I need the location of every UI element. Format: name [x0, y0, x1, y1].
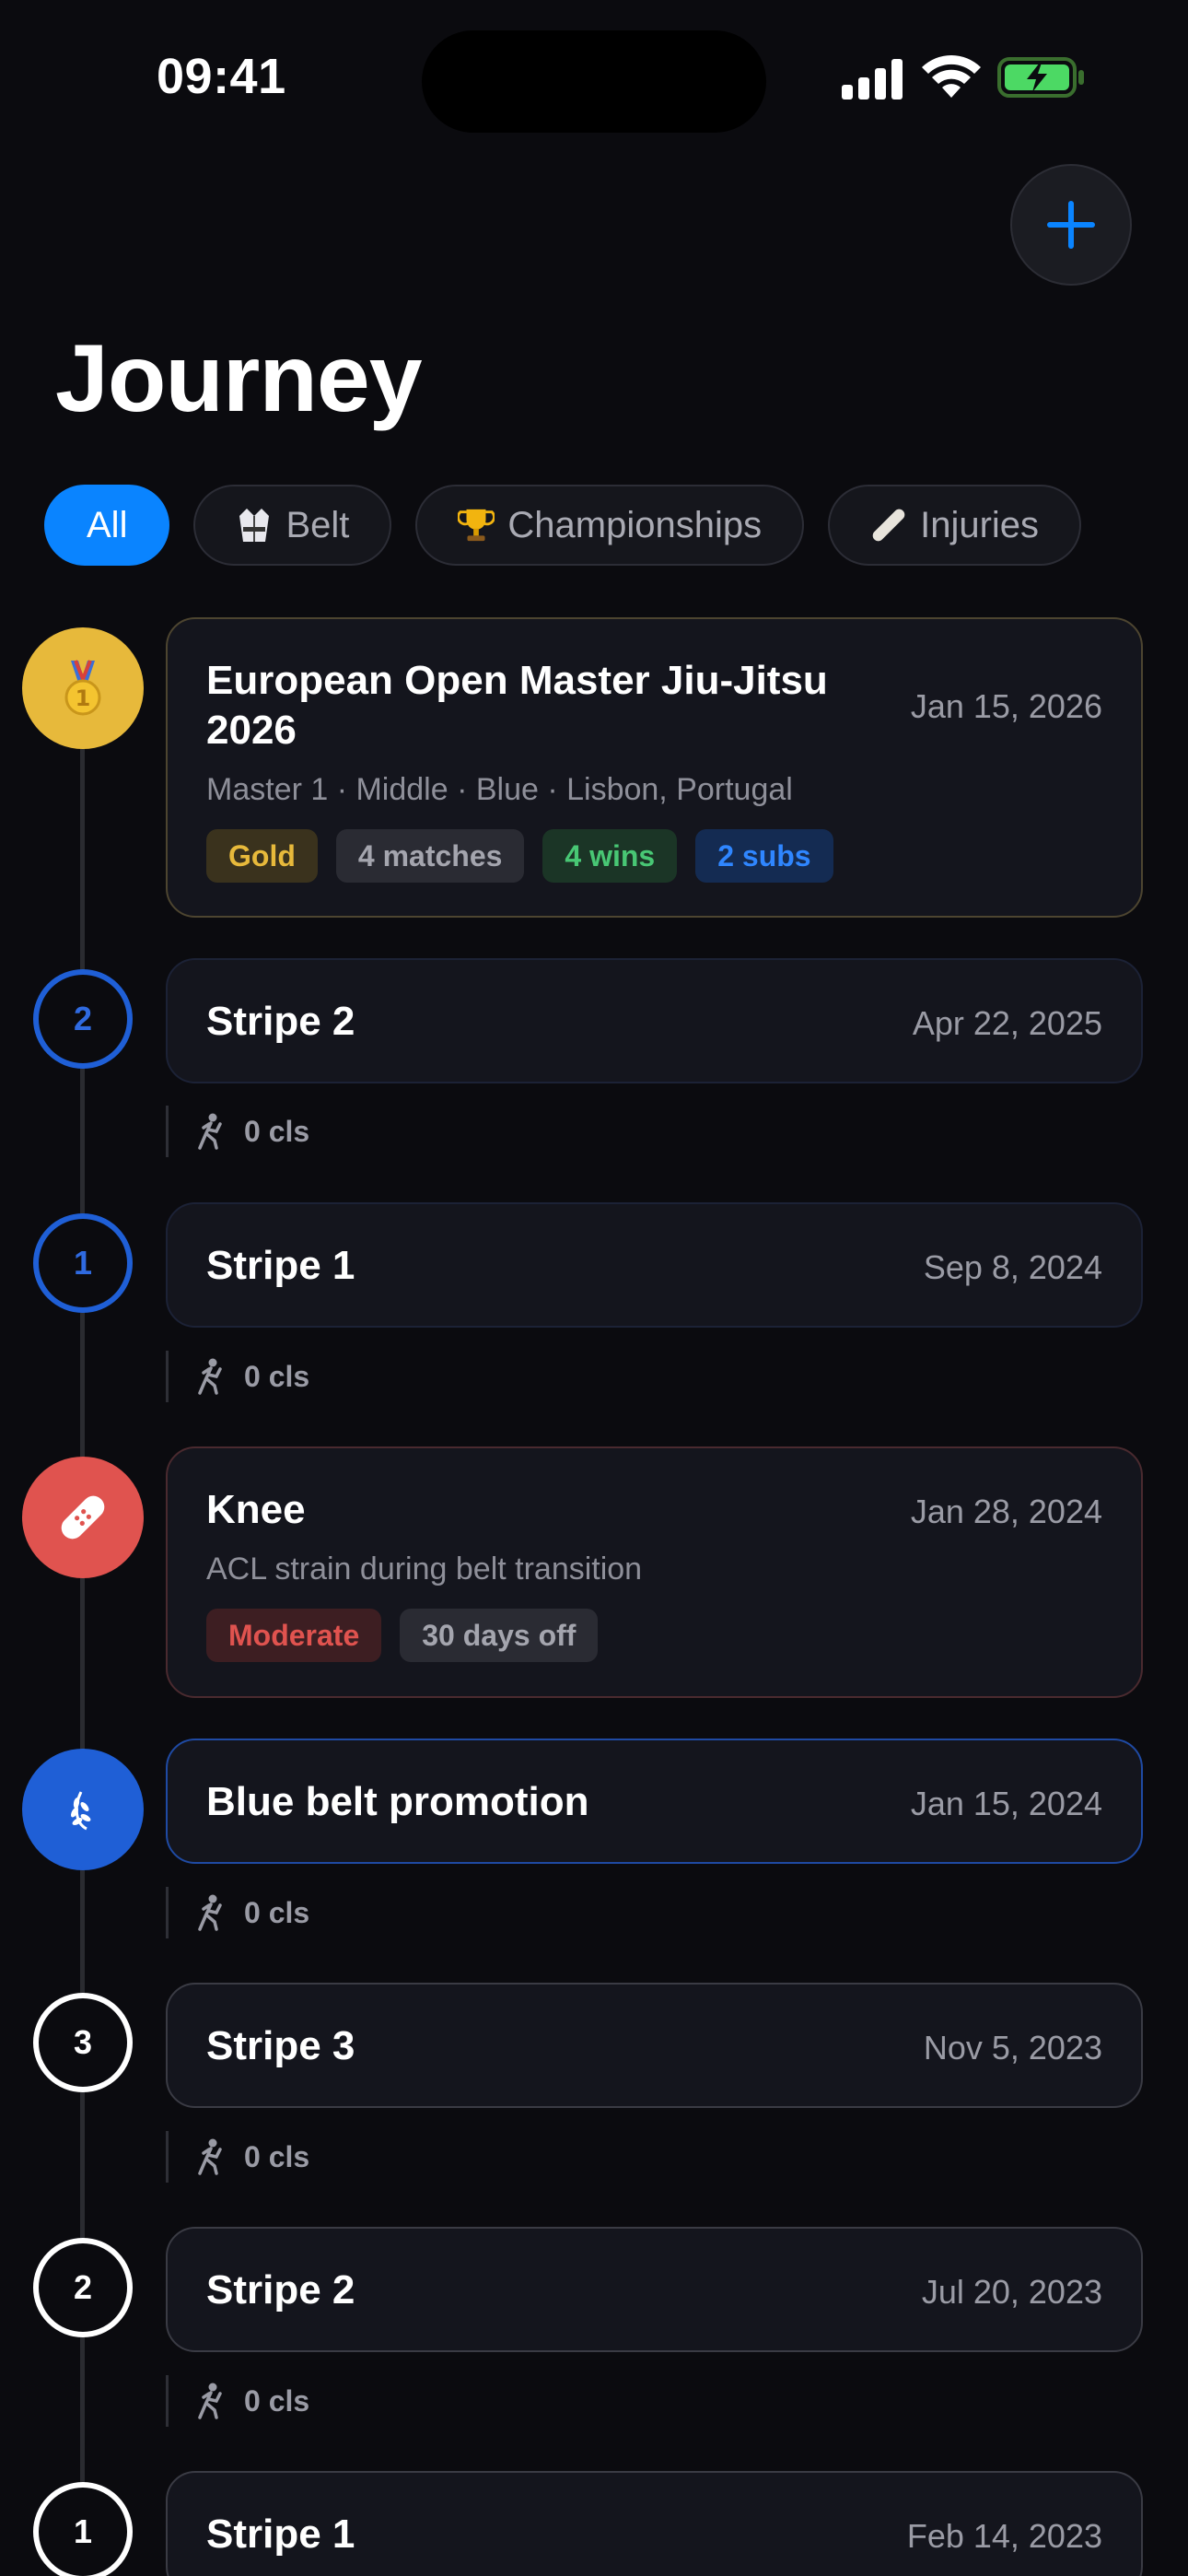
- event-card-stripe[interactable]: Stripe 2 Jul 20, 2023: [166, 2227, 1143, 2352]
- severity-tag: Moderate: [206, 1609, 382, 1662]
- plus-icon: [1047, 201, 1095, 249]
- injury-node: [22, 1457, 144, 1578]
- class-count-row: 0 cls: [166, 1351, 309, 1402]
- event-date: Sep 8, 2024: [923, 1248, 1102, 1286]
- person-training-icon: [198, 2138, 222, 2175]
- matches-tag: 4 matches: [335, 829, 525, 883]
- event-title: Stripe 3: [206, 2023, 355, 2068]
- result-tag: Gold: [206, 829, 318, 883]
- class-count-row: 0 cls: [166, 1106, 309, 1157]
- event-tags: Gold 4 matches 4 wins 2 subs: [206, 829, 833, 883]
- class-count-row: 0 cls: [166, 2131, 309, 2183]
- person-training-icon: [198, 2383, 222, 2419]
- status-time: 09:41: [157, 49, 286, 104]
- filter-label: Belt: [285, 504, 350, 545]
- status-bar: 09:41: [0, 0, 1188, 157]
- event-subtitle: ACL strain during belt transition: [206, 1551, 643, 1587]
- event-date: Jul 20, 2023: [921, 2273, 1102, 2311]
- event-title: Stripe 2: [206, 2267, 355, 2313]
- stripe-node: 3: [33, 1993, 133, 2092]
- class-count: 0 cls: [244, 2383, 310, 2418]
- event-card-championship[interactable]: European Open Master Jiu-Jitsu 2026 Jan …: [166, 617, 1143, 918]
- class-count: 0 cls: [244, 1895, 310, 1929]
- event-title: Blue belt promotion: [206, 1779, 589, 1824]
- event-card-stripe[interactable]: Stripe 1 Sep 8, 2024: [166, 1202, 1143, 1328]
- gi-icon: [236, 507, 273, 544]
- event-date: Nov 5, 2023: [923, 2029, 1102, 2067]
- event-card-promotion[interactable]: Blue belt promotion Jan 15, 2024: [166, 1739, 1143, 1864]
- filter-bar: All Belt Championships Injuries: [44, 485, 1082, 566]
- battery-charging-icon: [997, 57, 1084, 98]
- filter-championships[interactable]: Championships: [415, 485, 805, 566]
- person-training-icon: [198, 1113, 222, 1150]
- add-event-button[interactable]: [1010, 164, 1132, 286]
- filter-label: Championships: [507, 504, 763, 545]
- class-count: 0 cls: [244, 2139, 310, 2173]
- event-title: Knee: [206, 1487, 306, 1532]
- class-count-row: 0 cls: [166, 1887, 309, 1938]
- filter-all[interactable]: All: [44, 485, 170, 566]
- event-date: Jan 15, 2024: [910, 1785, 1102, 1822]
- event-subtitle: Master 1 · Middle · Blue · Lisbon, Portu…: [206, 772, 793, 807]
- page-title: Journey: [55, 325, 423, 432]
- days-off-tag: 30 days off: [400, 1609, 599, 1662]
- event-title: Stripe 1: [206, 2512, 355, 2557]
- event-title: Stripe 1: [206, 1243, 355, 1288]
- event-tags: Moderate 30 days off: [206, 1609, 599, 1662]
- class-count-row: 0 cls: [166, 2375, 309, 2427]
- person-training-icon: [198, 1894, 222, 1931]
- svg-text:1: 1: [76, 685, 91, 711]
- class-count: 0 cls: [244, 1359, 310, 1393]
- dynamic-island: [422, 30, 766, 133]
- promotion-node: [22, 1749, 144, 1870]
- class-count: 0 cls: [244, 1114, 310, 1148]
- person-training-icon: [198, 1358, 222, 1395]
- trophy-icon: [458, 507, 495, 544]
- bandage-icon: [870, 507, 907, 544]
- stripe-node: 2: [33, 2238, 133, 2337]
- event-date: Jan 15, 2026: [910, 687, 1102, 725]
- filter-injuries[interactable]: Injuries: [828, 485, 1082, 566]
- stripe-node: 2: [33, 969, 133, 1069]
- event-title: European Open Master Jiu-Jitsu 2026: [206, 658, 828, 753]
- wins-tag: 4 wins: [542, 829, 678, 883]
- filter-belt[interactable]: Belt: [193, 485, 392, 566]
- cellular-signal-icon: [842, 59, 903, 100]
- medal-node: 1: [22, 627, 144, 749]
- event-card-stripe[interactable]: Stripe 3 Nov 5, 2023: [166, 1983, 1143, 2108]
- event-title: Stripe 2: [206, 999, 355, 1044]
- filter-label: Injuries: [920, 504, 1040, 545]
- subs-tag: 2 subs: [695, 829, 833, 883]
- medal-icon: 1: [64, 660, 101, 716]
- laurel-icon: [71, 1791, 91, 1831]
- bandage-icon: [61, 1495, 105, 1540]
- event-card-stripe[interactable]: Stripe 2 Apr 22, 2025: [166, 958, 1143, 1083]
- stripe-node: 1: [33, 2482, 133, 2576]
- filter-label: All: [87, 504, 128, 545]
- event-card-injury[interactable]: Knee Jan 28, 2024 ACL strain during belt…: [166, 1446, 1143, 1698]
- event-date: Jan 28, 2024: [910, 1493, 1102, 1530]
- event-date: Feb 14, 2023: [906, 2517, 1102, 2555]
- event-card-stripe[interactable]: Stripe 1 Feb 14, 2023: [166, 2471, 1143, 2576]
- event-date: Apr 22, 2025: [912, 1004, 1102, 1042]
- stripe-node: 1: [33, 1213, 133, 1313]
- wifi-icon: [922, 55, 981, 98]
